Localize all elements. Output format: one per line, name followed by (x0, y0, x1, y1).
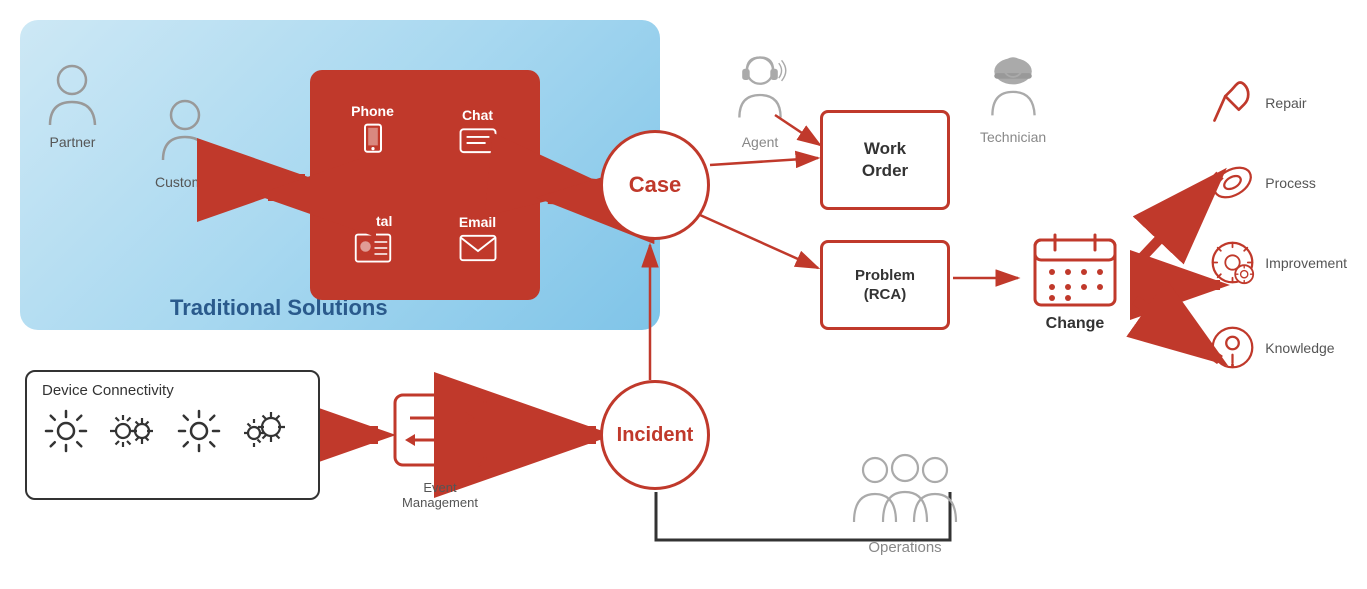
right-outcomes-section: Repair Process Improvement (1210, 80, 1347, 370)
channel-email: Email (425, 185, 530, 290)
chat-icon (459, 127, 497, 159)
phone-icon (357, 123, 389, 163)
case-circle: Case (600, 130, 710, 240)
event-management-icon (390, 390, 490, 470)
change-to-repair-arrow (1135, 175, 1220, 265)
knowledge-icon (1210, 325, 1255, 370)
knowledge-label: Knowledge (1265, 340, 1334, 356)
operations-icon (840, 450, 970, 530)
gear-icon-3 (175, 407, 223, 455)
channel-portal: Portal (320, 185, 425, 290)
improvement-label: Improvement (1265, 255, 1347, 271)
process-item: Process (1210, 165, 1316, 200)
calendar-svg (1030, 230, 1120, 310)
channel-chat: Chat (425, 80, 530, 185)
customer-icon (158, 95, 213, 165)
partner-figure: Partner (45, 60, 100, 150)
agent-label: Agent (730, 134, 790, 150)
device-connectivity-box: Device Connectivity (25, 370, 320, 500)
operations-label: Operations (840, 539, 970, 556)
technician-label: Technician (980, 129, 1046, 145)
agent-icon (730, 50, 790, 125)
event-management-box: EventManagement (385, 390, 495, 500)
case-to-problem-arrow (700, 215, 818, 268)
device-gears-row (42, 407, 303, 455)
problem-rca-box: Problem(RCA) (820, 240, 950, 330)
incident-label: Incident (617, 424, 694, 447)
channel-phone: Phone (320, 80, 425, 185)
email-icon (459, 234, 497, 262)
change-label: Change (1020, 315, 1130, 333)
gear-icon-2 (105, 407, 160, 455)
channels-box: Phone Chat Portal Email (310, 70, 540, 300)
event-management-label: EventManagement (385, 480, 495, 510)
channel-portal-label: Portal (353, 213, 393, 229)
process-icon (1210, 165, 1255, 200)
partner-icon (45, 60, 100, 130)
technician-figure: Technician (980, 45, 1046, 145)
work-order-box: WorkOrder (820, 110, 950, 210)
work-order-label: WorkOrder (862, 138, 908, 182)
technician-icon (981, 45, 1046, 120)
knowledge-item: Knowledge (1210, 325, 1334, 370)
repair-item: Repair (1210, 80, 1306, 125)
partner-label: Partner (45, 134, 100, 150)
device-connectivity-title: Device Connectivity (42, 382, 303, 399)
case-to-workorder-arrow (710, 158, 818, 165)
incident-circle: Incident (600, 380, 710, 490)
customer-label: Customer (155, 174, 216, 190)
gear-icon-1 (42, 407, 90, 455)
gear-icon-4 (238, 407, 290, 455)
repair-label: Repair (1265, 95, 1306, 111)
change-calendar-icon (1020, 230, 1130, 310)
agent-figure: Agent (730, 50, 790, 150)
change-to-improvement-arrow (1135, 300, 1220, 360)
repair-icon (1210, 80, 1255, 125)
change-box: Change (1020, 230, 1130, 330)
channel-phone-label: Phone (351, 103, 394, 119)
customer-figure: Customer (155, 95, 216, 190)
channel-chat-label: Chat (462, 107, 493, 123)
channel-email-label: Email (459, 214, 496, 230)
case-label: Case (629, 172, 682, 198)
improvement-icon (1210, 240, 1255, 285)
improvement-item: Improvement (1210, 240, 1347, 285)
operations-figure: Operations (840, 450, 970, 556)
portal-icon (354, 233, 392, 263)
problem-rca-label: Problem(RCA) (855, 266, 915, 305)
process-label: Process (1265, 175, 1316, 191)
